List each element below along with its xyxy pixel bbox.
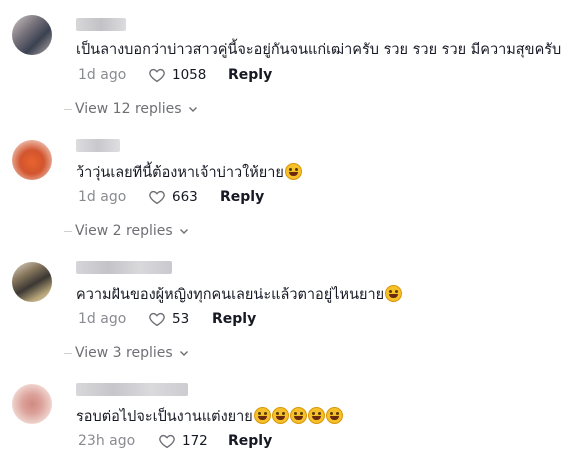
timestamp: 1d ago — [78, 311, 127, 327]
like-count: 1058 — [172, 67, 207, 83]
rolling-laughing-emoji-icon — [253, 407, 271, 424]
chevron-down-icon — [179, 229, 188, 234]
like-count: 172 — [182, 433, 208, 449]
view-replies-label: View 2 replies — [75, 223, 173, 239]
divider — [64, 352, 72, 354]
view-replies-label: View 12 replies — [75, 101, 182, 117]
avatar[interactable] — [12, 15, 52, 55]
comment-text-content: ว้าวุ่นเลยทีนี้ต้องหาเจ้าบ่าวให้ยาย — [76, 165, 284, 181]
divider — [64, 230, 72, 232]
comment-text: ความฝันของผู้หญิงทุกคนเลยน่ะแล้วตาอยู่ไห… — [76, 283, 403, 306]
username[interactable] — [76, 261, 172, 274]
view-replies-label: View 3 replies — [75, 345, 173, 361]
heart-outline-icon — [159, 434, 175, 449]
avatar[interactable] — [12, 262, 52, 302]
avatar[interactable] — [12, 384, 52, 424]
rolling-laughing-emoji-icon — [284, 163, 302, 180]
username[interactable] — [76, 139, 120, 152]
like-button[interactable] — [148, 310, 166, 328]
timestamp: 23h ago — [78, 433, 136, 449]
like-button[interactable] — [148, 188, 166, 206]
reply-button[interactable]: Reply — [228, 67, 272, 83]
username[interactable] — [76, 18, 126, 31]
divider — [64, 108, 72, 110]
comment-text: รอบต่อไปจะเป็นงานแต่งยาย — [76, 405, 343, 428]
reply-button[interactable]: Reply — [228, 433, 272, 449]
rolling-laughing-emoji-icon — [325, 407, 343, 424]
reply-button[interactable]: Reply — [212, 311, 256, 327]
like-count: 53 — [172, 311, 190, 327]
like-button[interactable] — [148, 66, 166, 84]
comment-text-content: รอบต่อไปจะเป็นงานแต่งยาย — [76, 409, 253, 425]
chevron-down-icon — [179, 351, 188, 356]
comment-text: เป็นลางบอกว่าบ่าวสาวคู่นี้จะอยู่กันจนแก่… — [76, 42, 562, 58]
heart-outline-icon — [149, 190, 165, 205]
reply-button[interactable]: Reply — [220, 189, 264, 205]
rolling-laughing-emoji-icon — [271, 407, 289, 424]
rolling-laughing-emoji-icon — [289, 407, 307, 424]
view-replies-button[interactable]: View 2 replies — [64, 223, 190, 239]
comment-text: ว้าวุ่นเลยทีนี้ต้องหาเจ้าบ่าวให้ยาย — [76, 161, 302, 184]
avatar[interactable] — [12, 140, 52, 180]
rolling-laughing-emoji-icon — [307, 407, 325, 424]
view-replies-button[interactable]: View 3 replies — [64, 345, 190, 361]
heart-outline-icon — [149, 68, 165, 83]
view-replies-button[interactable]: View 12 replies — [64, 101, 199, 117]
comment-text-content: ความฝันของผู้หญิงทุกคนเลยน่ะแล้วตาอยู่ไห… — [76, 287, 385, 303]
like-button[interactable] — [158, 432, 176, 450]
timestamp: 1d ago — [78, 67, 127, 83]
rolling-laughing-emoji-icon — [385, 285, 403, 302]
heart-outline-icon — [149, 312, 165, 327]
username[interactable] — [76, 383, 188, 396]
chevron-down-icon — [188, 107, 197, 112]
timestamp: 1d ago — [78, 189, 127, 205]
like-count: 663 — [172, 189, 198, 205]
